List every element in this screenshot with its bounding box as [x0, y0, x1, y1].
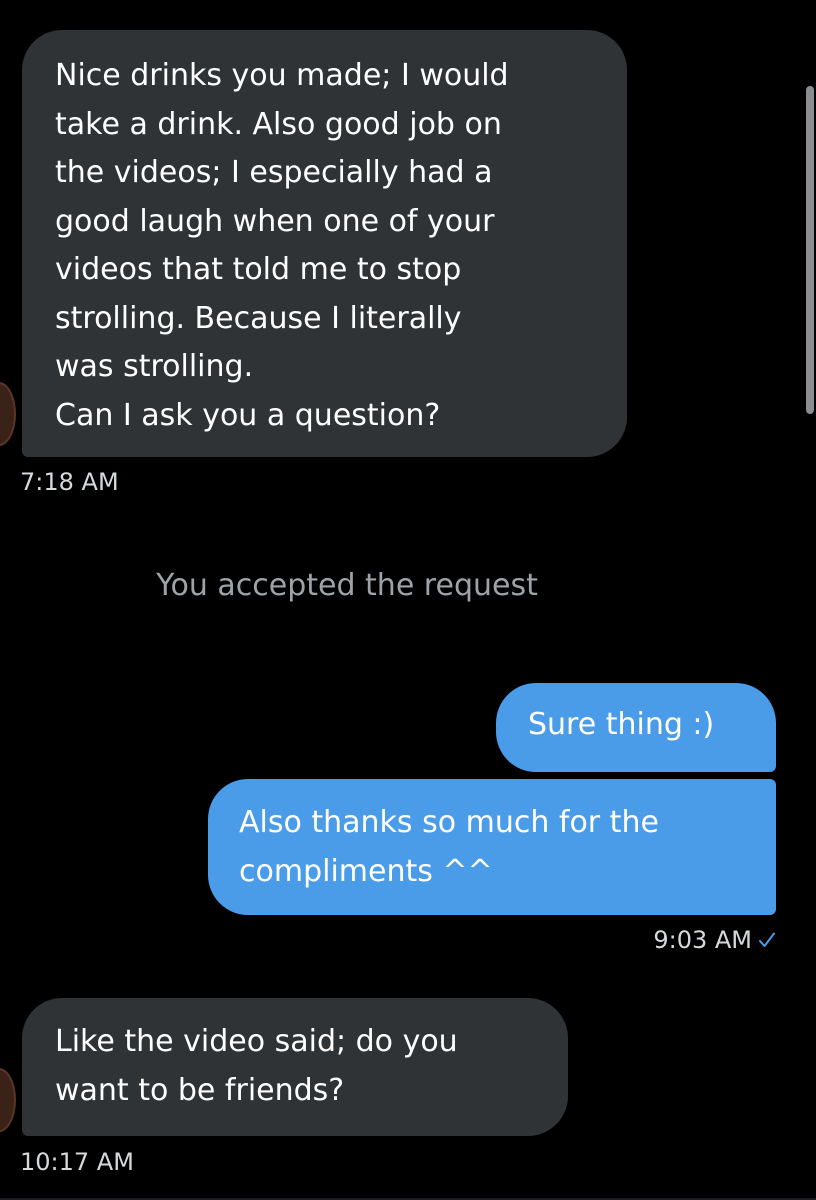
sender-avatar[interactable] [0, 382, 16, 446]
message-bubble-incoming[interactable]: Nice drinks you made; I would take a dri… [22, 30, 627, 457]
scrollbar[interactable] [806, 86, 814, 414]
message-bubble-outgoing[interactable]: Sure thing :) [496, 683, 776, 772]
message-timestamp: 10:17 AM [20, 1148, 134, 1176]
check-icon [759, 932, 775, 947]
system-notice-request-accepted: You accepted the request [156, 568, 538, 603]
message-timestamp-text: 9:03 AM [653, 926, 752, 954]
message-bubble-incoming[interactable]: Like the video said; do you want to be f… [22, 998, 568, 1136]
message-timestamp: 9:03 AM [653, 926, 776, 954]
message-timestamp: 7:18 AM [20, 468, 119, 496]
sender-avatar[interactable] [0, 1068, 16, 1132]
message-bubble-outgoing[interactable]: Also thanks so much for the compliments … [208, 779, 776, 915]
